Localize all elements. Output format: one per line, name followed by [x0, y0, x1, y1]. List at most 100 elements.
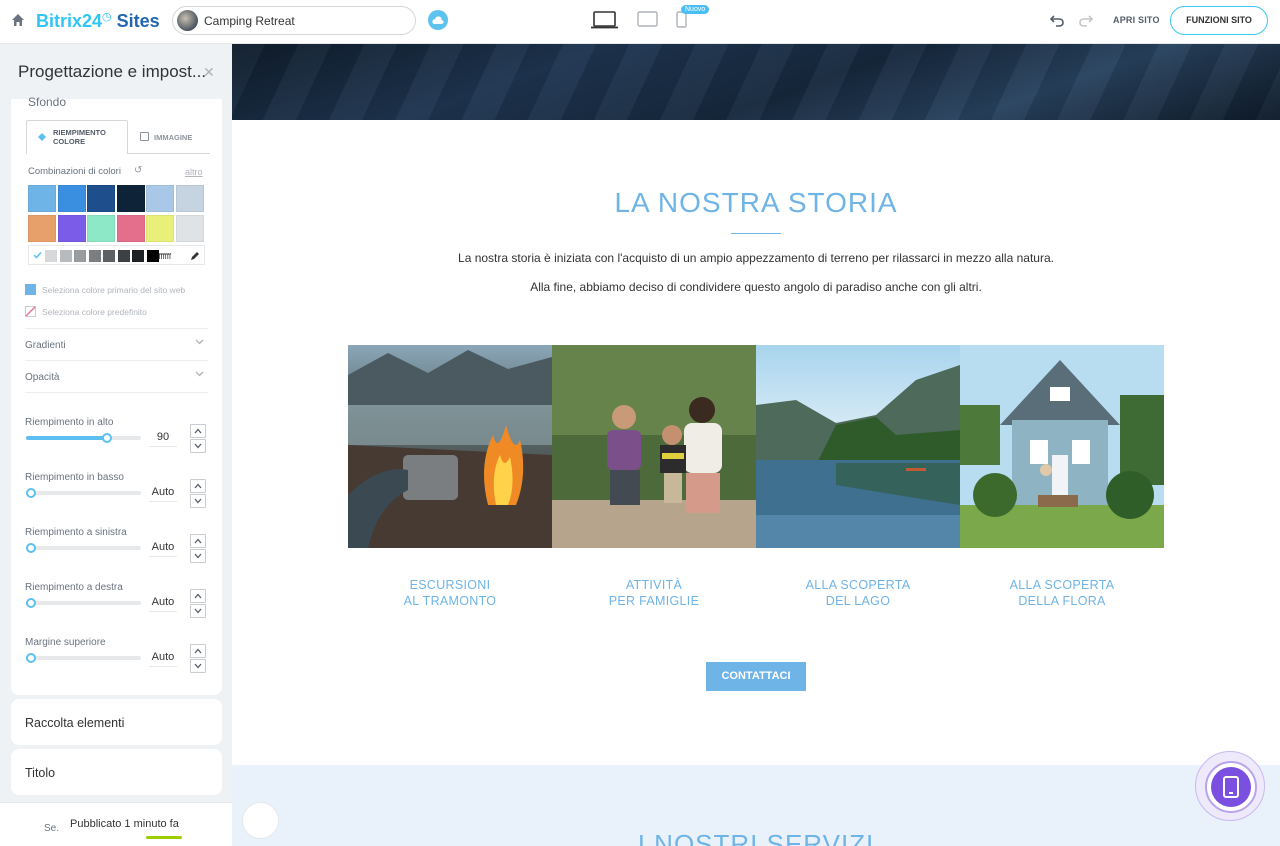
- increment-button[interactable]: [190, 479, 206, 493]
- increment-button[interactable]: [190, 424, 206, 438]
- gray-swatch[interactable]: [117, 250, 130, 262]
- increment-button[interactable]: [190, 589, 206, 603]
- color-swatch[interactable]: [57, 214, 86, 242]
- card-caption-lake[interactable]: ALLA SCOPERTA DEL LAGO: [756, 577, 960, 609]
- color-swatch[interactable]: [28, 185, 56, 212]
- value-stepper: [190, 424, 206, 453]
- pencil-icon[interactable]: [190, 251, 200, 261]
- value-stepper: [190, 644, 206, 673]
- more-link[interactable]: altro: [185, 167, 203, 177]
- decrement-button[interactable]: [190, 439, 206, 453]
- accordion-gradients[interactable]: Gradienti: [25, 328, 208, 360]
- slider-handle[interactable]: [26, 488, 36, 498]
- slider-value[interactable]: Auto: [149, 592, 177, 612]
- tab-color-fill-label: RIEMPIMENTO COLORE: [53, 128, 106, 146]
- color-swatch[interactable]: [116, 185, 145, 212]
- slider-row: Riempimento a sinistra Auto: [25, 527, 210, 577]
- color-swatch[interactable]: [87, 185, 115, 212]
- undo-icon[interactable]: [1049, 12, 1065, 28]
- chevron-down-icon: [195, 371, 204, 377]
- site-functions-button[interactable]: FUNZIONI SITO: [1170, 6, 1268, 35]
- laptop-view-icon[interactable]: [590, 10, 619, 30]
- design-settings-panel: Progettazione e impost... ✕ Sfondo RIEMP…: [0, 44, 232, 846]
- slider-track[interactable]: [26, 488, 141, 498]
- tab-color-fill[interactable]: RIEMPIMENTO COLORE: [26, 120, 128, 154]
- check-icon: [33, 251, 42, 259]
- slider-value[interactable]: Auto: [149, 647, 177, 667]
- open-site-link[interactable]: APRI SITO: [1113, 15, 1160, 25]
- increment-button[interactable]: [190, 644, 206, 658]
- color-swatch[interactable]: [146, 185, 174, 212]
- color-swatch[interactable]: [57, 185, 86, 212]
- accordion-opacity[interactable]: Opacità: [25, 360, 208, 392]
- color-swatch[interactable]: [28, 214, 56, 242]
- gray-swatch[interactable]: [88, 250, 101, 262]
- site-selector[interactable]: Camping Retreat: [172, 6, 416, 35]
- increment-button[interactable]: [190, 534, 206, 548]
- story-title: LA NOSTRA STORIA: [614, 187, 898, 218]
- slider-value[interactable]: Auto: [149, 537, 177, 557]
- color-swatch[interactable]: [175, 185, 204, 212]
- card-caption-sunset-hikes[interactable]: ESCURSIONI AL TRAMONTO: [348, 577, 552, 609]
- slider-handle[interactable]: [26, 543, 36, 553]
- chevron-down-icon: [194, 608, 202, 614]
- section-label-background: Sfondo: [28, 95, 67, 109]
- slider-value[interactable]: Auto: [149, 482, 177, 502]
- slider-handle[interactable]: [26, 598, 36, 608]
- color-swatch[interactable]: [175, 214, 204, 242]
- home-icon[interactable]: [10, 12, 26, 28]
- cloud-icon[interactable]: [428, 10, 448, 30]
- decrement-button[interactable]: [190, 604, 206, 618]
- brand-logo[interactable]: Bitrix24◷ Sites: [36, 10, 160, 32]
- title-divider: [731, 233, 781, 234]
- gray-swatch[interactable]: [146, 250, 159, 262]
- slider-track[interactable]: [26, 433, 141, 443]
- color-swatches: [28, 185, 205, 243]
- chevron-down-icon: [194, 443, 202, 449]
- tab-image[interactable]: IMMAGINE: [128, 120, 210, 154]
- site-name: Camping Retreat: [204, 14, 295, 28]
- mobile-preview-button[interactable]: [1195, 751, 1265, 821]
- background-settings-card: Sfondo RIEMPIMENTO COLORE IMMAGINE Combi…: [11, 95, 222, 695]
- chevron-up-icon: [194, 593, 202, 599]
- decrement-button[interactable]: [190, 494, 206, 508]
- divider: [25, 392, 208, 393]
- refresh-icon[interactable]: ↺: [134, 165, 142, 176]
- slider-track[interactable]: [26, 598, 141, 608]
- phone-icon: [1223, 776, 1239, 798]
- card-caption-family-activities[interactable]: ATTIVITÀ PER FAMIGLIE: [552, 577, 756, 609]
- slider-handle[interactable]: [102, 433, 112, 443]
- tablet-view-icon[interactable]: [637, 11, 658, 27]
- close-icon[interactable]: ✕: [203, 64, 215, 81]
- slider-row: Riempimento a destra Auto: [25, 582, 210, 632]
- color-swatch[interactable]: [146, 214, 174, 242]
- slider-track[interactable]: [26, 653, 141, 663]
- decrement-button[interactable]: [190, 659, 206, 673]
- redo-icon[interactable]: [1078, 12, 1094, 28]
- chevron-up-icon: [194, 483, 202, 489]
- gray-swatch[interactable]: [45, 250, 57, 262]
- services-section: I NOSTRI SERVIZI: [232, 765, 1280, 846]
- slider-value[interactable]: 90: [149, 427, 177, 447]
- gray-swatch[interactable]: [74, 250, 86, 262]
- slider-label: Riempimento a sinistra: [25, 527, 127, 538]
- chevron-down-icon: [194, 553, 202, 559]
- section-title[interactable]: Titolo: [11, 749, 222, 795]
- slider-handle[interactable]: [26, 653, 36, 663]
- color-swatch[interactable]: [116, 214, 145, 242]
- gray-swatch[interactable]: [59, 250, 72, 262]
- published-indicator: [146, 836, 182, 839]
- gray-swatch[interactable]: [132, 250, 144, 262]
- status-bar: Se. Pubblicato 1 minuto fa: [0, 802, 232, 846]
- color-swatch[interactable]: [87, 214, 115, 242]
- section-elements-collection[interactable]: Raccolta elementi: [11, 699, 222, 745]
- decrement-button[interactable]: [190, 549, 206, 563]
- card-caption-flora[interactable]: ALLA SCOPERTA DELLA FLORA: [960, 577, 1164, 609]
- gray-swatch[interactable]: [103, 250, 115, 262]
- slider-label: Riempimento a destra: [25, 582, 123, 593]
- contact-button[interactable]: CONTATTACI: [706, 662, 806, 691]
- paint-bucket-icon: [38, 133, 46, 141]
- scroll-button[interactable]: [242, 802, 279, 839]
- slider-track[interactable]: [26, 543, 141, 553]
- primary-color-box: [25, 284, 36, 295]
